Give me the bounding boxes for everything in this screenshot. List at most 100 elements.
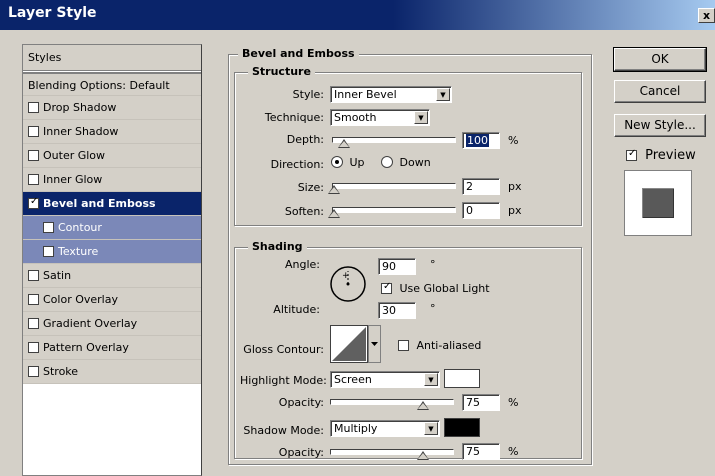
chevron-down-icon[interactable]: ▼ [414, 111, 428, 124]
style-item-label: Texture [58, 245, 99, 258]
soften-slider[interactable] [332, 207, 456, 213]
style-item-texture[interactable]: Texture [23, 240, 201, 264]
size-unit: px [508, 180, 522, 193]
angle-input[interactable]: 90 [378, 258, 416, 275]
style-item-satin[interactable]: Satin [23, 264, 201, 288]
size-slider[interactable] [332, 183, 456, 189]
size-label: Size: [297, 181, 324, 194]
size-input[interactable]: 2 [462, 178, 500, 195]
angle-unit: ° [430, 258, 436, 271]
checkbox-checked-icon[interactable] [626, 148, 637, 161]
angle-label: Angle: [284, 258, 320, 271]
checkbox-icon[interactable] [43, 246, 54, 257]
cancel-button[interactable]: Cancel [614, 80, 706, 103]
style-select[interactable]: Inner Bevel ▼ [330, 86, 452, 103]
shadow-opacity-input[interactable]: 75 [462, 443, 500, 460]
direction-up-label: Up [349, 156, 365, 169]
style-item-color-overlay[interactable]: Color Overlay [23, 288, 201, 312]
checkbox-icon[interactable] [28, 342, 39, 353]
style-item-label: Stroke [43, 365, 79, 378]
chevron-down-icon[interactable]: ▼ [424, 422, 438, 435]
depth-slider[interactable] [332, 137, 456, 143]
style-item-drop-shadow[interactable]: Drop Shadow [23, 96, 201, 120]
shadow-mode-label: Shadow Mode: [243, 424, 324, 437]
style-select-value: Inner Bevel [334, 88, 397, 101]
style-item-label: Inner Shadow [43, 125, 119, 138]
size-slider-handle[interactable] [328, 185, 340, 194]
style-item-pattern-overlay[interactable]: Pattern Overlay [23, 336, 201, 360]
style-item-label: Satin [43, 269, 72, 282]
highlight-opacity-slider[interactable] [330, 399, 454, 405]
style-item-inner-glow[interactable]: Inner Glow [23, 168, 201, 192]
close-button[interactable]: x [698, 8, 715, 23]
technique-label: Technique: [264, 111, 324, 124]
depth-slider-handle[interactable] [338, 139, 350, 148]
checkbox-checked-icon[interactable] [381, 281, 392, 294]
altitude-label: Altitude: [273, 303, 320, 316]
direction-up-radio[interactable]: Up [331, 156, 365, 169]
shadow-mode-select[interactable]: Multiply ▼ [330, 420, 440, 437]
angle-dial[interactable]: + [328, 264, 368, 304]
title-bar[interactable] [0, 0, 715, 30]
soften-label: Soften: [284, 205, 324, 218]
style-label: Style: [292, 88, 324, 101]
new-style-button[interactable]: New Style... [614, 114, 706, 137]
altitude-input[interactable]: 30 [378, 302, 416, 319]
highlight-opacity-unit: % [508, 396, 519, 409]
style-item-stroke[interactable]: Stroke [23, 360, 201, 384]
checkbox-icon[interactable] [28, 366, 39, 377]
global-light-label: Use Global Light [399, 282, 490, 295]
anti-aliased-checkbox[interactable]: Anti-aliased [398, 339, 481, 352]
style-item-label: Drop Shadow [43, 101, 117, 114]
style-item-label: Blending Options: Default [28, 79, 170, 92]
style-item-blending-options-default[interactable]: Blending Options: Default [23, 72, 201, 96]
global-light-checkbox[interactable]: Use Global Light [381, 281, 490, 295]
style-item-contour[interactable]: Contour [23, 216, 201, 240]
preview-thumbnail [624, 170, 692, 236]
checkbox-icon[interactable] [28, 318, 39, 329]
soften-slider-handle[interactable] [328, 209, 340, 218]
chevron-down-icon[interactable]: ▼ [424, 373, 438, 386]
style-item-bevel-and-emboss[interactable]: Bevel and Emboss [23, 192, 201, 216]
soften-input[interactable]: 0 [462, 202, 500, 219]
shading-title: Shading [248, 240, 307, 253]
shadow-color-swatch[interactable] [444, 418, 480, 437]
checkbox-icon[interactable] [28, 126, 39, 137]
checkbox-icon[interactable] [28, 270, 39, 281]
technique-select[interactable]: Smooth ▼ [330, 109, 430, 126]
checkbox-icon[interactable] [28, 294, 39, 305]
preview-label: Preview [645, 148, 696, 163]
ok-button[interactable]: OK [613, 47, 707, 72]
highlight-color-swatch[interactable] [444, 369, 480, 388]
radio-on-icon[interactable] [331, 156, 343, 168]
styles-header[interactable]: Styles [23, 45, 201, 71]
preview-checkbox[interactable]: Preview [626, 148, 696, 163]
gloss-contour-picker[interactable] [330, 325, 382, 365]
anti-aliased-label: Anti-aliased [416, 339, 482, 352]
checkbox-icon[interactable] [28, 150, 39, 161]
highlight-opacity-slider-handle[interactable] [417, 401, 429, 410]
depth-input[interactable]: 100 [462, 132, 500, 149]
direction-down-radio[interactable]: Down [381, 156, 431, 169]
soften-unit: px [508, 204, 522, 217]
chevron-down-icon[interactable]: ▼ [436, 88, 450, 101]
checkbox-icon[interactable] [398, 340, 409, 351]
structure-title: Structure [248, 65, 315, 78]
direction-label: Direction: [270, 158, 324, 171]
style-item-inner-shadow[interactable]: Inner Shadow [23, 120, 201, 144]
highlight-opacity-input[interactable]: 75 [462, 394, 500, 411]
checkbox-icon[interactable] [43, 222, 54, 233]
style-item-outer-glow[interactable]: Outer Glow [23, 144, 201, 168]
checkbox-icon[interactable] [28, 174, 39, 185]
style-item-gradient-overlay[interactable]: Gradient Overlay [23, 312, 201, 336]
highlight-mode-label: Highlight Mode: [240, 374, 327, 387]
radio-off-icon[interactable] [381, 156, 393, 168]
shadow-opacity-slider-handle[interactable] [417, 451, 429, 460]
checkbox-icon[interactable] [28, 102, 39, 113]
shadow-opacity-slider[interactable] [330, 449, 454, 455]
altitude-unit: ° [430, 302, 436, 315]
highlight-mode-select[interactable]: Screen ▼ [330, 371, 440, 388]
checkbox-checked-icon[interactable] [28, 196, 39, 209]
shadow-mode-value: Multiply [334, 422, 378, 435]
preview-swatch [642, 188, 674, 218]
